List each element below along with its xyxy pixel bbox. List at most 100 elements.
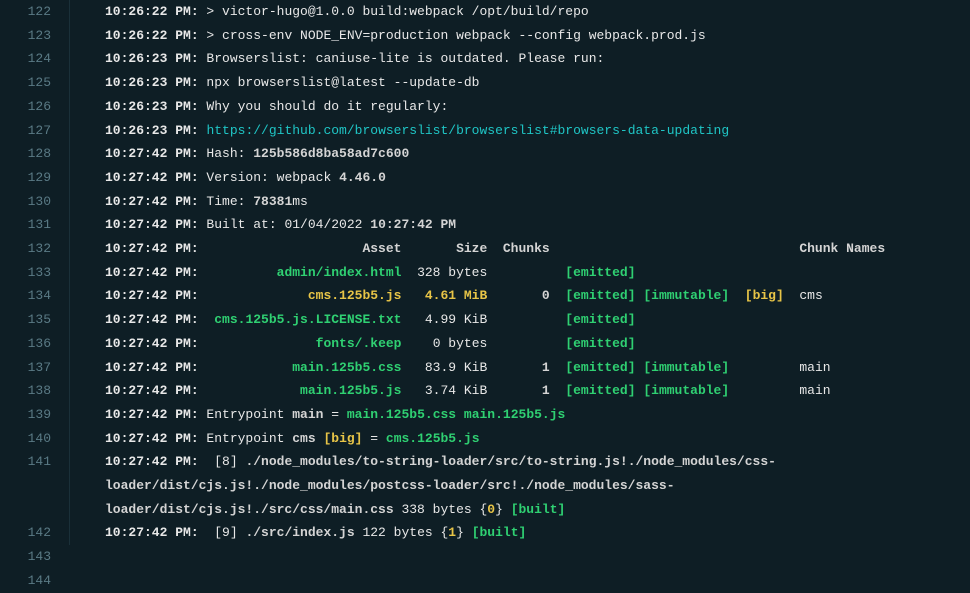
timestamp: 10:27:42 PM:	[105, 360, 199, 375]
log-line: 10:26:22 PM: > cross-env NODE_ENV=produc…	[105, 24, 970, 48]
log-segment: Why you should do it regularly:	[199, 99, 449, 114]
timestamp: 10:26:23 PM:	[105, 51, 199, 66]
log-segment: 122 bytes {	[355, 525, 449, 540]
log-segment: [emitted]	[565, 265, 635, 280]
log-segment: [emitted]	[565, 312, 635, 327]
log-segment: Entrypoint	[199, 431, 293, 446]
log-segment	[199, 312, 215, 327]
timestamp: 10:27:42 PM:	[105, 170, 199, 185]
log-segment: main.125b5.css	[292, 360, 401, 375]
log-line: 10:27:42 PM: Entrypoint cms [big] = cms.…	[105, 427, 970, 451]
log-segment: > victor-hugo@1.0.0 build:webpack /opt/b…	[199, 4, 589, 19]
log-segment: fonts/.keep	[316, 336, 402, 351]
line-number: 123	[0, 24, 51, 48]
line-number: 137	[0, 356, 51, 380]
log-segment: =	[362, 431, 385, 446]
timestamp: 10:27:42 PM:	[105, 312, 199, 327]
log-line: 10:26:23 PM: npx browserslist@latest --u…	[105, 71, 970, 95]
log-segment: }	[456, 525, 472, 540]
log-segment: 1	[542, 360, 550, 375]
log-segment: 3.74 KiB	[401, 383, 541, 398]
log-segment: cms.125b5.js	[308, 288, 402, 303]
line-number: 133	[0, 261, 51, 285]
timestamp: 10:27:42 PM:	[105, 194, 199, 209]
line-number: 139	[0, 403, 51, 427]
log-segment: main	[729, 360, 830, 375]
line-number: 126	[0, 95, 51, 119]
log-segment	[199, 265, 277, 280]
log-segment: [emitted] [immutable]	[565, 360, 729, 375]
line-number: 136	[0, 332, 51, 356]
log-line-wrap: loader/dist/cjs.js!./node_modules/postcs…	[105, 474, 970, 498]
log-segment: loader/dist/cjs.js!./node_modules/postcs…	[105, 478, 675, 493]
log-segment: > cross-env NODE_ENV=production webpack …	[199, 28, 706, 43]
log-segment: 1	[542, 383, 550, 398]
line-number: 138	[0, 379, 51, 403]
log-segment: 10:27:42 PM	[370, 217, 456, 232]
log-segment: [big]	[323, 431, 362, 446]
timestamp: 10:26:23 PM:	[105, 99, 199, 114]
log-segment: main	[729, 383, 830, 398]
timestamp: 10:26:23 PM:	[105, 75, 199, 90]
timestamp: 10:26:22 PM:	[105, 4, 199, 19]
log-segment: [big]	[745, 288, 784, 303]
log-segment: ./node_modules/to-string-loader/src/to-s…	[245, 454, 776, 469]
timestamp: 10:27:42 PM:	[105, 407, 199, 422]
log-segment: ms	[292, 194, 308, 209]
log-segment: =	[323, 407, 346, 422]
log-segment: [8]	[199, 454, 246, 469]
log-segment: main.125b5.js	[464, 407, 565, 422]
log-segment: cms	[784, 288, 823, 303]
log-segment: 4.46.0	[339, 170, 386, 185]
log-segment: ./src/index.js	[245, 525, 354, 540]
log-segment: admin/index.html	[277, 265, 402, 280]
timestamp: 10:27:42 PM:	[105, 383, 199, 398]
log-segment: 0	[487, 502, 495, 517]
log-segment: cms.125b5.js	[386, 431, 480, 446]
log-segment: 0 bytes	[401, 336, 565, 351]
timestamp: 10:27:42 PM:	[105, 288, 199, 303]
log-segment: main.125b5.css	[347, 407, 456, 422]
log-segment: Hash:	[199, 146, 254, 161]
log-segment: npx browserslist@latest --update-db	[199, 75, 480, 90]
log-segment	[199, 288, 308, 303]
log-segment: [built]	[511, 502, 566, 517]
log-segment: cms.125b5.js.LICENSE.txt	[214, 312, 401, 327]
timestamp: 10:27:42 PM:	[105, 146, 199, 161]
log-line: 10:26:23 PM: Browserslist: caniuse-lite …	[105, 47, 970, 71]
log-segment	[487, 288, 542, 303]
log-line: 10:27:42 PM: Entrypoint main = main.125b…	[105, 403, 970, 427]
line-number: 125	[0, 71, 51, 95]
line-number: 142	[0, 521, 51, 545]
log-segment: [emitted] [immutable]	[565, 383, 729, 398]
log-line: 10:27:42 PM: Time: 78381ms	[105, 190, 970, 214]
log-content[interactable]: 10:26:22 PM: > victor-hugo@1.0.0 build:w…	[70, 0, 970, 545]
line-number-gutter: 1221231241251261271281291301311321331341…	[0, 0, 70, 545]
build-log-pane: 1221231241251261271281291301311321331341…	[0, 0, 970, 545]
line-number: 127	[0, 119, 51, 143]
log-line: 10:27:42 PM: Asset Size Chunks Chunk Nam…	[105, 237, 970, 261]
log-line-wrap: loader/dist/cjs.js!./src/css/main.css 33…	[105, 498, 970, 522]
log-segment: 4.61 MiB	[425, 288, 487, 303]
log-segment	[199, 383, 300, 398]
timestamp: 10:27:42 PM:	[105, 336, 199, 351]
log-line: 10:27:42 PM: cms.125b5.js.LICENSE.txt 4.…	[105, 308, 970, 332]
log-segment: 125b586d8ba58ad7c600	[253, 146, 409, 161]
log-line: 10:27:42 PM: Version: webpack 4.46.0	[105, 166, 970, 190]
log-segment	[550, 288, 566, 303]
line-number: 135	[0, 308, 51, 332]
log-segment: Entrypoint	[199, 407, 293, 422]
line-number: 128	[0, 142, 51, 166]
line-number: 122	[0, 0, 51, 24]
line-number: 144	[0, 569, 51, 593]
log-segment: [emitted]	[565, 336, 635, 351]
log-segment	[729, 288, 745, 303]
log-segment: 4.99 KiB	[401, 312, 565, 327]
log-line: 10:27:42 PM: main.125b5.js 3.74 KiB 1 [e…	[105, 379, 970, 403]
log-segment: main.125b5.js	[300, 383, 401, 398]
log-line: 10:26:23 PM: https://github.com/browsers…	[105, 119, 970, 143]
log-segment: main	[292, 407, 323, 422]
log-line: 10:27:42 PM: Built at: 01/04/2022 10:27:…	[105, 213, 970, 237]
log-line: 10:27:42 PM: main.125b5.css 83.9 KiB 1 […	[105, 356, 970, 380]
log-line: 10:27:42 PM: cms.125b5.js 4.61 MiB 0 [em…	[105, 284, 970, 308]
